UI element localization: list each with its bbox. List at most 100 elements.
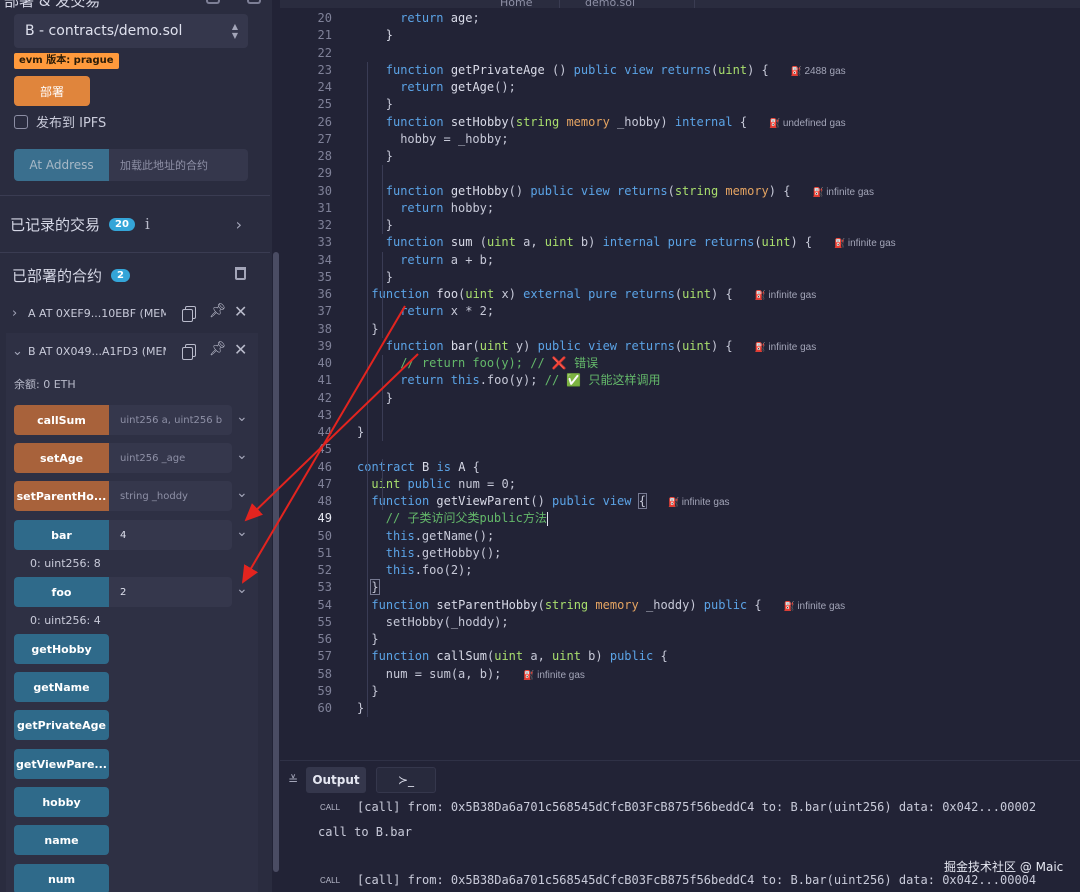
instance-a-row[interactable]: › A AT 0XEF9...10EBF (MEMO 📌︎ ✕ bbox=[12, 302, 258, 324]
code-line[interactable]: 60} bbox=[280, 700, 1080, 717]
code-line[interactable]: 54 function setParentHobby(string memory … bbox=[280, 597, 1080, 614]
code-line[interactable]: 31 return hobby; bbox=[280, 200, 1080, 217]
callsum-button[interactable]: callSum bbox=[14, 405, 109, 435]
code-line[interactable]: 52 this.foo(2); bbox=[280, 562, 1080, 579]
code-line[interactable]: 22 bbox=[280, 45, 1080, 62]
code-line[interactable]: 59} bbox=[280, 683, 1080, 700]
getname-button[interactable]: getName bbox=[14, 672, 109, 702]
info-icon[interactable]: i bbox=[145, 215, 150, 233]
collapse-output-icon[interactable]: ≚ bbox=[288, 773, 298, 787]
hobby-button[interactable]: hobby bbox=[14, 787, 109, 817]
fn-row-gethobby: getHobby bbox=[14, 634, 109, 664]
code-line[interactable]: 29 bbox=[280, 165, 1080, 182]
copy-icon[interactable] bbox=[182, 344, 196, 360]
chevron-down-icon[interactable]: ⌄ bbox=[236, 409, 248, 425]
tab-home[interactable]: Home bbox=[450, 0, 560, 9]
pin-icon[interactable]: 📌︎ bbox=[209, 341, 227, 357]
chevron-right-icon[interactable]: › bbox=[236, 215, 242, 234]
setage-input[interactable]: uint256 _age bbox=[109, 443, 232, 473]
at-address-input[interactable]: 加载此地址的合约 bbox=[109, 149, 248, 181]
bar-input[interactable]: 4 bbox=[109, 520, 232, 550]
setparenthobby-button[interactable]: setParentHo... bbox=[14, 481, 109, 511]
close-icon[interactable]: ✕ bbox=[234, 302, 247, 321]
copy-icon[interactable] bbox=[182, 306, 196, 322]
code-line[interactable]: 58 num = sum(a, b);infinite gas bbox=[280, 666, 1080, 683]
code-editor[interactable]: Home demo.sol 20 return age; 21} 22 23 functi… bbox=[280, 0, 1080, 760]
code-line[interactable]: 44} bbox=[280, 424, 1080, 441]
recorded-transactions-row[interactable]: 已记录的交易 20 i › bbox=[10, 212, 246, 236]
tab-demo-sol[interactable]: demo.sol bbox=[565, 0, 695, 9]
at-address-button[interactable]: At Address bbox=[14, 149, 109, 181]
code-line[interactable]: 50 this.getName(); bbox=[280, 528, 1080, 545]
num-button[interactable]: num bbox=[14, 864, 109, 892]
code-line[interactable]: 53} bbox=[280, 579, 1080, 596]
code-line[interactable]: 25} bbox=[280, 96, 1080, 113]
chevron-down-icon[interactable]: ⌄ bbox=[236, 581, 248, 597]
code-line[interactable]: 24 return getAge(); bbox=[280, 79, 1080, 96]
code-line[interactable]: 43 bbox=[280, 407, 1080, 424]
contract-select[interactable]: B - contracts/demo.sol ▲ ▼ bbox=[14, 14, 248, 48]
close-icon[interactable]: ✕ bbox=[234, 340, 247, 359]
output-tab[interactable]: Output bbox=[306, 767, 366, 793]
foo-input[interactable]: 2 bbox=[109, 577, 232, 607]
code-line[interactable]: 20 return age; bbox=[280, 10, 1080, 27]
pin-icon[interactable]: 📌︎ bbox=[209, 303, 227, 319]
callsum-input[interactable]: uint256 a, uint256 b bbox=[109, 405, 232, 435]
publish-ipfs-checkbox[interactable] bbox=[14, 114, 28, 129]
publish-ipfs-option[interactable]: 发布到 IPFS bbox=[14, 112, 106, 131]
chevron-down-icon[interactable]: ⌄ bbox=[12, 344, 28, 359]
code-line[interactable]: 46 contract B is A { bbox=[280, 459, 1080, 476]
instance-b-row[interactable]: ⌄ B AT 0X049...A1FD3 (MEM( 📌︎ ✕ bbox=[12, 340, 258, 362]
plugin-icon[interactable] bbox=[247, 0, 261, 4]
code-line[interactable]: 28} bbox=[280, 148, 1080, 165]
setage-button[interactable]: setAge bbox=[14, 443, 109, 473]
code-line[interactable]: 51 this.getHobby(); bbox=[280, 545, 1080, 562]
bar-button[interactable]: bar bbox=[14, 520, 109, 550]
check-icon[interactable] bbox=[206, 0, 220, 4]
getviewparent-button[interactable]: getViewPare... bbox=[14, 749, 109, 779]
panel-scrollbar[interactable] bbox=[272, 0, 280, 892]
code-line[interactable]: 21} bbox=[280, 27, 1080, 44]
gethobby-button[interactable]: getHobby bbox=[14, 634, 109, 664]
deploy-button[interactable]: 部署 bbox=[14, 76, 90, 106]
chevron-down-icon[interactable]: ⌄ bbox=[236, 447, 248, 463]
chevron-down-icon[interactable]: ⌄ bbox=[236, 524, 248, 540]
code-line[interactable]: 33 function sum (uint a, uint b) internal… bbox=[280, 234, 1080, 251]
code-line[interactable]: 56} bbox=[280, 631, 1080, 648]
terminal-icon[interactable]: ≻_ bbox=[376, 767, 436, 793]
chevron-down-icon[interactable]: ⌄ bbox=[236, 485, 248, 501]
code-line[interactable]: 55 setHobby(_hoddy); bbox=[280, 614, 1080, 631]
contract-select-value: B - contracts/demo.sol bbox=[25, 23, 183, 39]
code-line[interactable]: 34 return a + b; bbox=[280, 252, 1080, 269]
setparenthobby-input[interactable]: string _hoddy bbox=[109, 481, 232, 511]
foo-button[interactable]: foo bbox=[14, 577, 109, 607]
code-line[interactable]: 49 // 子类访问父类public方法 bbox=[280, 510, 1080, 527]
chevron-right-icon[interactable]: › bbox=[12, 306, 28, 321]
trash-icon[interactable] bbox=[235, 267, 246, 280]
code-line[interactable]: 23 function getPrivateAge () public view … bbox=[280, 62, 1080, 79]
code-line[interactable]: 26 function setHobby(string memory _hobby… bbox=[280, 114, 1080, 131]
code-line[interactable]: 39 function bar(uint y) public view retur… bbox=[280, 338, 1080, 355]
code-line[interactable]: 36 function foo(uint x) external pure ret… bbox=[280, 286, 1080, 303]
name-button[interactable]: name bbox=[14, 825, 109, 855]
log-line[interactable]: [call] from: 0x5B38Da6a701c568545dCfcB03… bbox=[357, 800, 1036, 814]
code-line[interactable]: 30 function getHobby() public view return… bbox=[280, 183, 1080, 200]
code-line[interactable]: 38} bbox=[280, 321, 1080, 338]
log-line[interactable]: [call] from: 0x5B38Da6a701c568545dCfcB03… bbox=[357, 873, 1036, 887]
code-line[interactable]: 35} bbox=[280, 269, 1080, 286]
code-text: // return foo(y); // ❌ 错误 bbox=[400, 356, 599, 370]
code-line[interactable]: 41 return this.foo(y); // ✅ 只能这样调用 bbox=[280, 372, 1080, 389]
fn-row-getprivateage: getPrivateAge bbox=[14, 710, 109, 740]
code-line[interactable]: 57 function callSum(uint a, uint b) publi… bbox=[280, 648, 1080, 665]
getprivateage-button[interactable]: getPrivateAge bbox=[14, 710, 109, 740]
scrollbar-thumb[interactable] bbox=[273, 252, 279, 872]
code-line[interactable]: 45 bbox=[280, 441, 1080, 458]
code-line[interactable]: 42} bbox=[280, 390, 1080, 407]
code-line[interactable]: 32} bbox=[280, 217, 1080, 234]
code-line[interactable]: 27 hobby = _hobby; bbox=[280, 131, 1080, 148]
code-line[interactable]: 37 return x * 2; bbox=[280, 303, 1080, 320]
code-line[interactable]: 47 uint public num = 0; bbox=[280, 476, 1080, 493]
code-line[interactable]: 40 // return foo(y); // ❌ 错误 bbox=[280, 355, 1080, 372]
indent-guide bbox=[381, 165, 383, 235]
code-line[interactable]: 48 function getViewParent() public view {… bbox=[280, 493, 1080, 510]
